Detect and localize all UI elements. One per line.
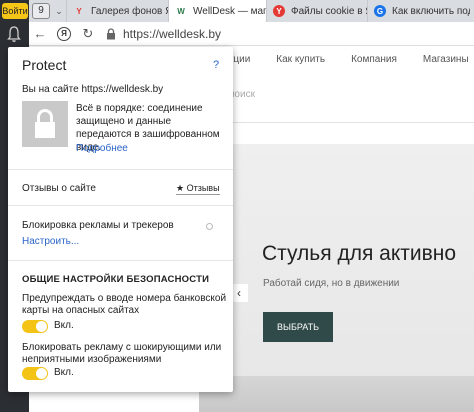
tab-howto[interactable]: G Как включить подд xyxy=(367,0,470,22)
tab-title: Как включить подд xyxy=(392,5,470,17)
url-field[interactable]: https://welldesk.by xyxy=(123,27,221,41)
choose-button[interactable]: ВЫБРАТЬ xyxy=(263,312,333,342)
bank-card-warning-label: Предупреждать о вводе номера банковской … xyxy=(22,293,227,316)
protect-popup: Protect ? Вы на сайте https://welldesk.b… xyxy=(8,47,233,392)
site-address-line: Вы на сайте https://welldesk.by xyxy=(22,84,164,95)
yandex-icon[interactable]: Я xyxy=(57,26,71,41)
hero-floor xyxy=(199,376,474,412)
tab-gallery[interactable]: Y Галерея фонов Янд xyxy=(66,0,168,22)
divider xyxy=(199,122,474,123)
tab-cookie[interactable]: Y Файлы cookie в Янде xyxy=(266,0,367,22)
bank-card-warning-toggle[interactable] xyxy=(22,320,48,333)
lock-icon xyxy=(22,101,68,147)
help-icon[interactable]: ? xyxy=(213,59,219,71)
toggle-state: Вкл. xyxy=(54,320,74,331)
divider xyxy=(8,260,233,261)
hero-title: Стулья для активно xyxy=(262,242,457,265)
ad-block-toggle[interactable] xyxy=(206,223,213,230)
address-bar-row: ← Я ↻ https://welldesk.by xyxy=(29,22,474,46)
yandex-favicon-icon: Y xyxy=(76,6,82,16)
back-arrow-icon[interactable]: ← xyxy=(29,26,51,41)
tab-title: Файлы cookie в Янде xyxy=(291,5,367,17)
bell-icon[interactable] xyxy=(6,25,22,43)
chevron-down-icon[interactable]: ⌄ xyxy=(52,0,66,22)
security-settings-heading: ОБЩИЕ НАСТРОЙКИ БЕЗОПАСНОСТИ xyxy=(22,274,210,285)
reviews-label: Отзывы о сайте xyxy=(22,183,96,194)
nav-item[interactable]: Магазины xyxy=(423,54,469,65)
tab-bar: 9 ⌄ Y Галерея фонов Янд W WellDesk — маг… xyxy=(29,0,474,22)
google-favicon-icon: G xyxy=(374,5,386,17)
tab-welldesk[interactable]: W WellDesk — мага ✕ xyxy=(168,0,266,22)
login-button[interactable]: Войти xyxy=(2,3,28,19)
divider xyxy=(8,205,233,206)
welldesk-favicon-icon: W xyxy=(177,6,185,16)
site-nav: кции Как купить Компания Магазины % xyxy=(229,46,474,72)
more-link[interactable]: Подробнее xyxy=(76,143,128,154)
tab-counter[interactable]: 9 xyxy=(32,3,50,19)
reload-icon[interactable]: ↻ xyxy=(77,26,99,42)
shocking-ads-toggle[interactable] xyxy=(22,367,48,380)
reviews-button[interactable]: ★ Отзывы xyxy=(176,183,220,195)
shocking-ads-label: Блокировать рекламу с шокирующими или не… xyxy=(22,342,222,365)
protect-logo: Protect xyxy=(22,57,67,73)
toggle-state: Вкл. xyxy=(54,367,74,378)
tab-title: WellDesk — мага xyxy=(193,5,266,17)
tab-title: Галерея фонов Янд xyxy=(91,5,168,17)
hero-subtitle: Работай сидя, но в движении xyxy=(263,278,400,289)
configure-link[interactable]: Настроить... xyxy=(22,236,79,247)
lock-icon[interactable] xyxy=(105,27,117,40)
ad-block-label: Блокировка рекламы и трекеров xyxy=(22,220,174,231)
divider xyxy=(8,169,233,170)
yandex-favicon-icon: Y xyxy=(273,5,285,17)
nav-item[interactable]: Как купить xyxy=(276,54,325,65)
nav-item[interactable]: Компания xyxy=(351,54,397,65)
